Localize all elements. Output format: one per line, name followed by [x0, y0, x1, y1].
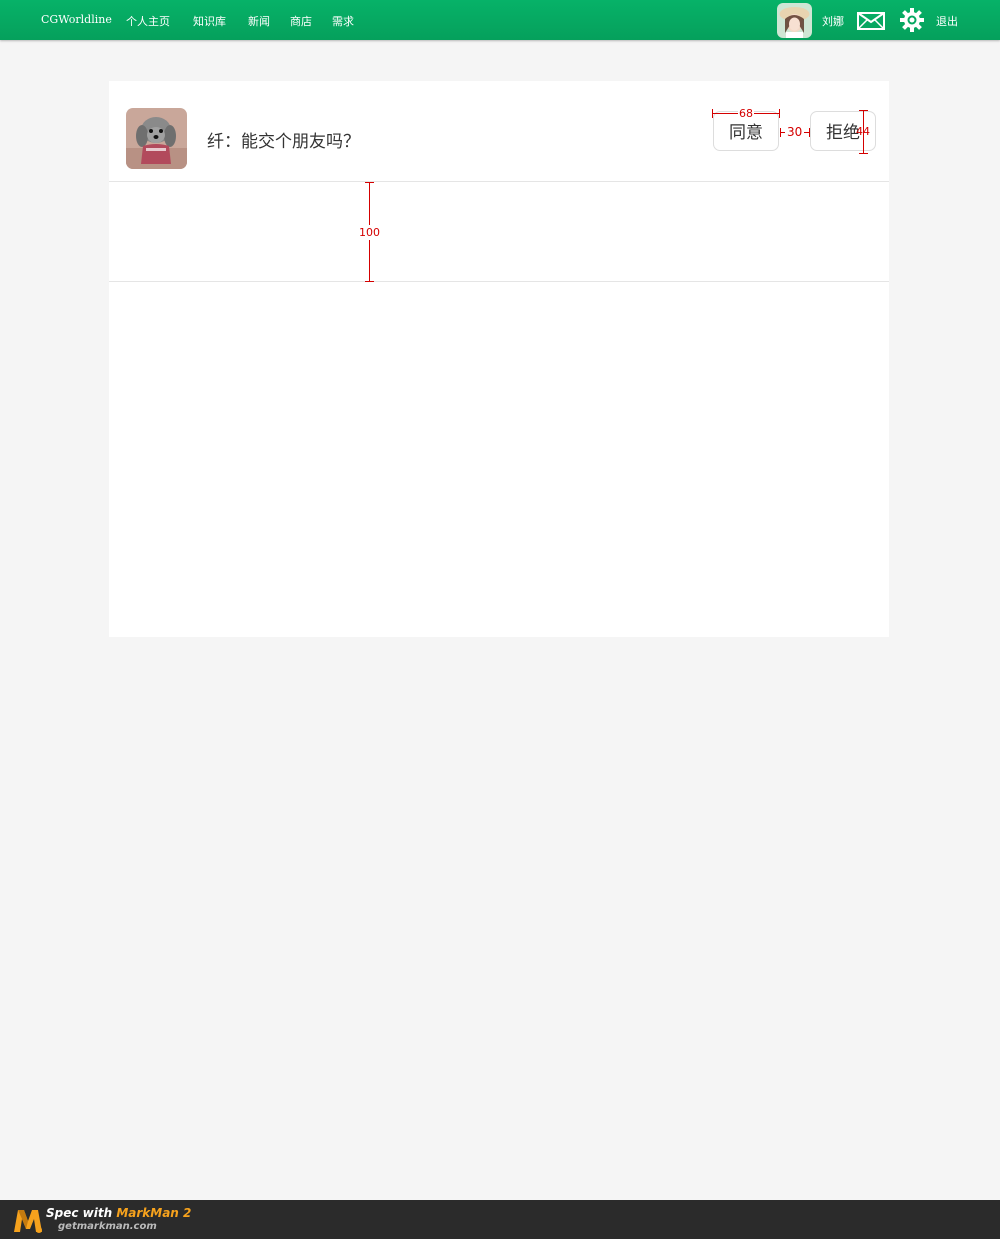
gear-icon[interactable] [900, 8, 924, 32]
empty-row [109, 182, 889, 282]
friend-request-panel: 纤：能交个朋友吗？ 同意 拒绝 [109, 81, 889, 637]
annotation-gap-tick-left [780, 128, 781, 137]
annotation-height-tick-top [859, 110, 868, 111]
markman-spec-text: Spec with MarkMan 2 [46, 1206, 191, 1220]
markman-spec-prefix: Spec with [46, 1206, 117, 1220]
annotation-row-height-tick-top [365, 182, 374, 183]
nav-item-demand[interactable]: 需求 [332, 13, 354, 29]
top-nav: CGWorldline 个人主页 知识库 新闻 商店 需求 刘娜 退出 [0, 0, 1000, 40]
username[interactable]: 刘娜 [822, 13, 844, 29]
requester-avatar[interactable] [126, 108, 187, 169]
markman-footer: Spec with MarkMan 2 getmarkman.com [0, 1200, 1000, 1239]
annotation-gap-tick-right [809, 128, 810, 137]
annotation-button-height: 44 [856, 125, 870, 138]
friend-request-row: 纤：能交个朋友吗？ 同意 拒绝 [109, 81, 889, 182]
annotation-row-height: 100 [358, 225, 381, 240]
markman-brand: MarkMan 2 [116, 1206, 192, 1220]
nav-item-home[interactable]: 个人主页 [126, 13, 170, 29]
request-message: 纤：能交个朋友吗？ [207, 132, 360, 152]
mail-icon[interactable] [857, 12, 885, 30]
annotation-button-width: 68 [738, 107, 754, 120]
logout-link[interactable]: 退出 [936, 13, 958, 29]
nav-item-knowledge[interactable]: 知识库 [193, 13, 226, 29]
annotation-button-gap: 30 [785, 125, 805, 139]
markman-logo-icon [14, 1210, 42, 1233]
annotation-row-height-tick-bottom [365, 281, 374, 282]
annotation-width-tick-left [712, 109, 713, 118]
user-avatar[interactable] [777, 3, 812, 38]
markman-site[interactable]: getmarkman.com [58, 1221, 157, 1232]
annotation-height-tick-bottom [859, 153, 868, 154]
nav-item-news[interactable]: 新闻 [248, 13, 270, 29]
brand-logo[interactable]: CGWorldline [41, 13, 112, 26]
annotation-width-tick-right [779, 109, 780, 118]
nav-item-shop[interactable]: 商店 [290, 13, 312, 29]
